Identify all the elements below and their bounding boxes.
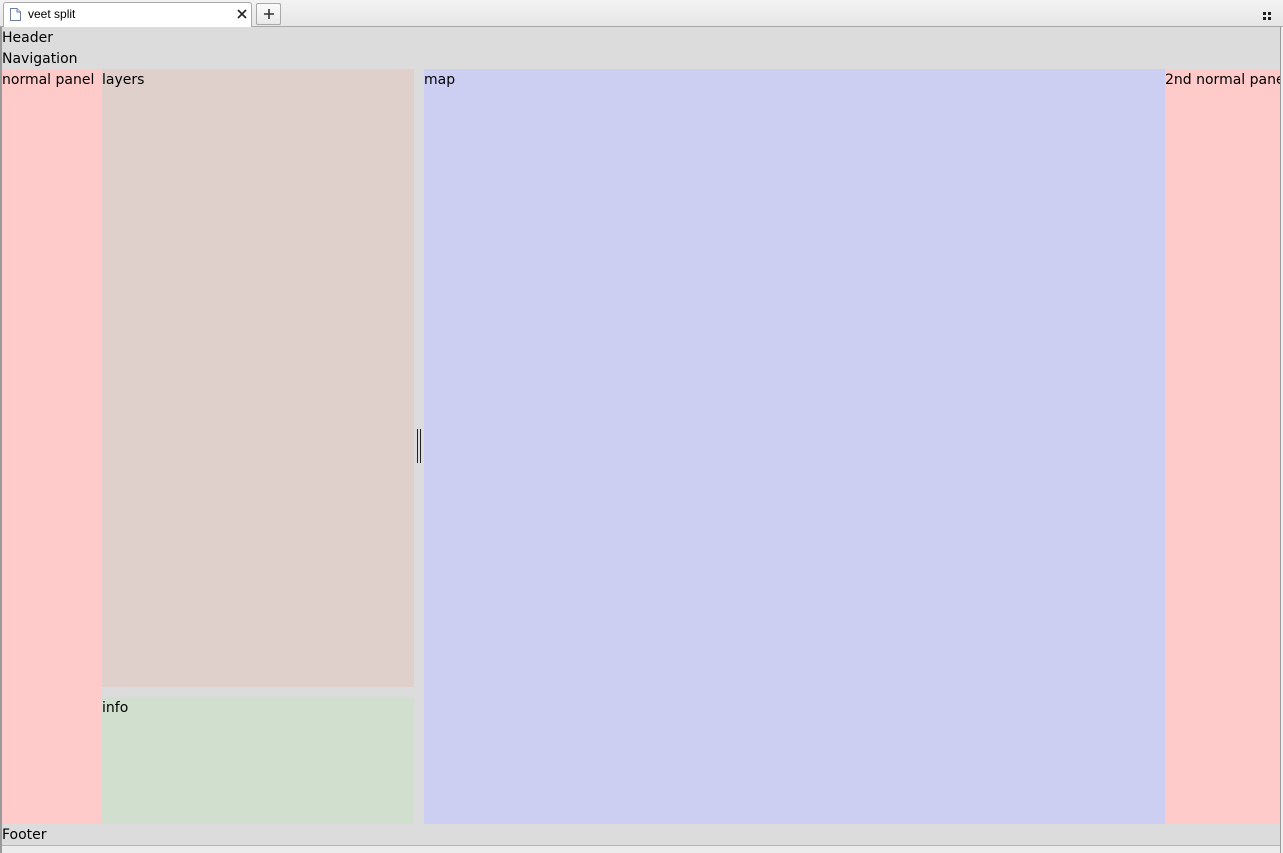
- info-panel-label: info: [102, 700, 129, 716]
- new-tab-button[interactable]: [256, 3, 281, 25]
- second-normal-panel: 2nd normal panel: [1165, 69, 1283, 824]
- map-panel[interactable]: map: [424, 69, 1165, 824]
- page-navigation: Navigation: [2, 51, 78, 67]
- tab-veet-split[interactable]: veet split: [3, 2, 252, 27]
- page-footer: Footer: [2, 827, 47, 843]
- close-icon[interactable]: [236, 8, 248, 20]
- page-header: Header: [2, 30, 53, 46]
- layers-panel: layers: [102, 69, 414, 687]
- browser-window: veet split Header Navigation normal pane…: [0, 0, 1283, 853]
- normal-panel: normal panel: [2, 69, 102, 824]
- map-panel-label: map: [424, 72, 456, 88]
- splitter-handle[interactable]: [417, 429, 421, 463]
- plus-icon: [264, 9, 274, 19]
- normal-panel-label: normal panel: [2, 72, 95, 88]
- page-icon: [10, 8, 21, 21]
- tab-strip: veet split: [0, 0, 1283, 27]
- grid-icon[interactable]: [1262, 9, 1272, 20]
- bottom-status-bar: [2, 845, 1280, 853]
- page-viewport: Header Navigation normal panel layers in…: [0, 27, 1283, 853]
- layers-panel-label: layers: [102, 72, 145, 88]
- info-panel: info: [102, 697, 414, 824]
- tab-title: veet split: [28, 7, 76, 21]
- second-normal-panel-label: 2nd normal panel: [1165, 72, 1283, 88]
